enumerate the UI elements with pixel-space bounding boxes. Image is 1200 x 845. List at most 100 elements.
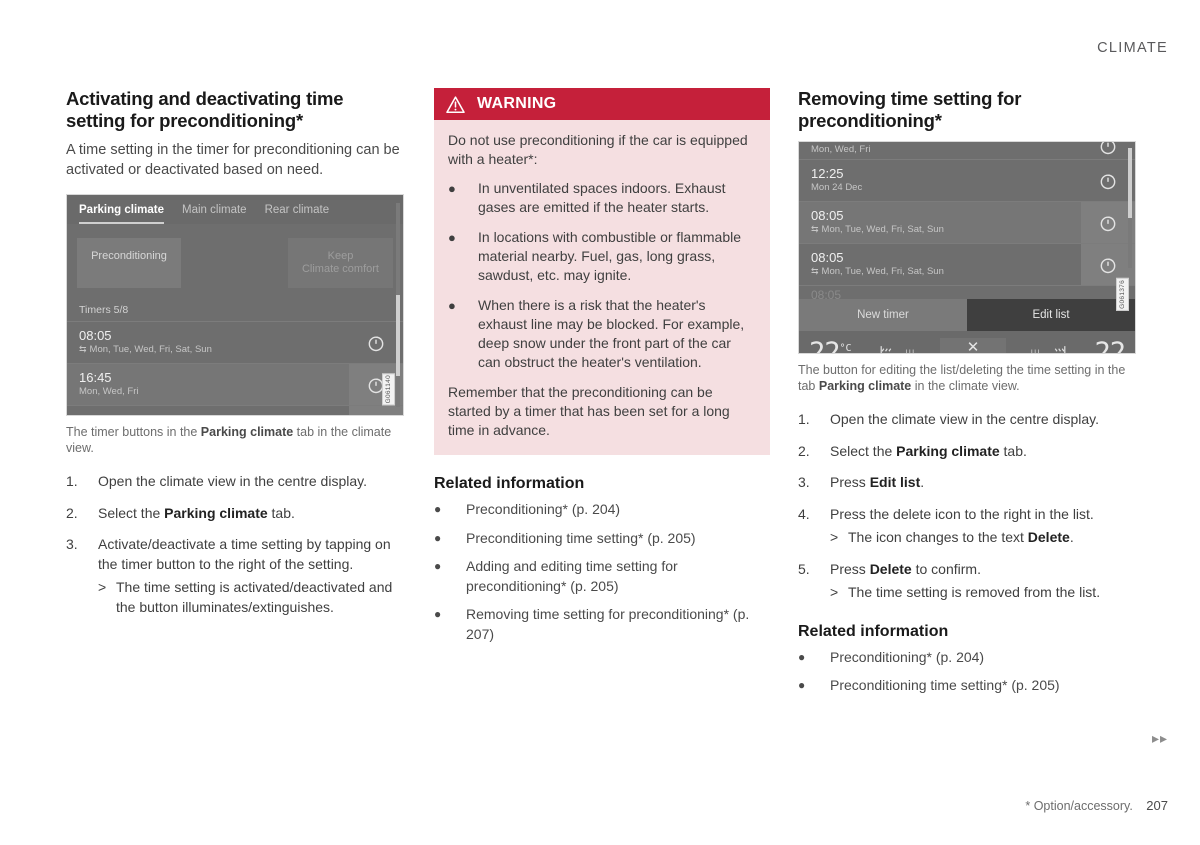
step-text: Open the climate view in the centre disp…: [830, 411, 1099, 427]
timer-row[interactable]: 12:25 Mon 24 Dec: [67, 405, 403, 415]
timer-days: Mon, Wed, Fri: [811, 144, 871, 155]
repeat-icon: ⇆: [811, 224, 819, 234]
timer-toggle-button[interactable]: [349, 406, 403, 415]
timer-row[interactable]: 12:25 Mon 24 Dec: [799, 159, 1135, 201]
middle-column: WARNING Do not use preconditioning if th…: [434, 88, 770, 653]
tab-main-climate[interactable]: Main climate: [182, 204, 247, 224]
related-link-item[interactable]: ● Preconditioning* (p. 204): [798, 648, 1138, 668]
driver-temperature[interactable]: 22°C: [809, 337, 852, 353]
step-number: 5.: [798, 560, 810, 577]
timer-info: 08:05 ⇆ Mon, Tue, Wed, Fri, Sat, Sun: [799, 244, 1081, 285]
timer-row[interactable]: 16:45 Mon, Wed, Fri: [67, 363, 403, 405]
timer-list-right: Mon, Wed, Fri 12:25 Mon 24 Dec 08:05 ⇆ M…: [799, 142, 1135, 299]
repeat-icon: ⇆: [811, 266, 819, 276]
left-steps-list: 1. Open the climate view in the centre d…: [66, 472, 406, 617]
page-header: CLIMATE: [0, 40, 1168, 56]
timer-info: Mon, Wed, Fri: [799, 142, 1081, 159]
timer-time: 08:05: [811, 250, 844, 265]
step-number: 2.: [66, 504, 78, 521]
left-image-caption: The timer buttons in the Parking climate…: [66, 425, 392, 455]
related-link-item[interactable]: ● Removing time setting for preconditioni…: [434, 605, 770, 644]
step-text: Open the climate view in the centre disp…: [98, 473, 367, 489]
edit-list-button[interactable]: Edit list: [967, 299, 1135, 331]
timer-delete-button[interactable]: [1081, 202, 1135, 243]
right-steps-list: 1. Open the climate view in the centre d…: [798, 410, 1138, 603]
passenger-temperature[interactable]: 22: [1094, 337, 1126, 353]
bullet-icon: ●: [434, 559, 442, 573]
screen-bottom-buttons: New timer Edit list: [799, 299, 1135, 331]
right-image-caption: The button for editing the list/deleting…: [798, 363, 1126, 393]
chapter-title: CLIMATE: [1097, 40, 1168, 56]
close-button[interactable]: ✕ Close: [940, 337, 1006, 354]
result-arrow: >: [830, 584, 839, 600]
bullet-icon: ●: [434, 530, 442, 545]
related-link-item[interactable]: ● Adding and editing time setting for pre…: [434, 557, 770, 596]
timer-time: 08:05: [811, 288, 842, 299]
step-text: Select the Parking climate tab.: [98, 504, 295, 521]
timer-row[interactable]: 08:05: [799, 285, 1135, 299]
footnote-option-accessory: * Option/accessory.: [1025, 799, 1133, 813]
step-item: 2. Select the Parking climate tab.: [66, 504, 406, 524]
warning-triangle-icon: [446, 95, 465, 113]
tab-parking-climate[interactable]: Parking climate: [79, 204, 165, 224]
step-text: Press the delete icon to the right in th…: [830, 505, 1138, 548]
preconditioning-button[interactable]: Preconditioning: [77, 238, 181, 288]
step-number: 1.: [798, 411, 810, 427]
timer-row[interactable]: 08:05 ⇆ Mon, Tue, Wed, Fri, Sat, Sun: [799, 201, 1135, 243]
left-seat-heater-control[interactable]: |||: [876, 343, 916, 354]
screen-scrollbar[interactable]: [1128, 148, 1132, 268]
left-column: Activating and deactivating time setting…: [66, 88, 406, 629]
timer-delete-button[interactable]: [1081, 160, 1135, 201]
screen-scrollbar[interactable]: [396, 203, 400, 407]
left-section-heading: Activating and deactivating time setting…: [66, 88, 344, 131]
related-link-item[interactable]: ● Preconditioning time setting* (p. 205): [434, 529, 770, 549]
related-link-item[interactable]: ● Preconditioning* (p. 204): [434, 500, 770, 520]
warning-bullet: ● In locations with combustible or flamma…: [448, 229, 742, 283]
warning-header: WARNING: [434, 88, 770, 120]
timer-toggle-button[interactable]: [349, 322, 403, 363]
step-item: 4. Press the delete icon to the right in…: [798, 505, 1138, 548]
seat-level-bars: |||: [905, 347, 916, 354]
bullet-icon: ●: [448, 298, 456, 313]
warning-bullet: ● In unventilated spaces indoors. Exhaust…: [448, 180, 726, 215]
timer-row[interactable]: 08:05 ⇆ Mon, Tue, Wed, Fri, Sat, Sun: [67, 321, 403, 363]
climate-screen-left: Parking climate Main climate Rear climat…: [66, 194, 404, 416]
timer-list-left: 08:05 ⇆ Mon, Tue, Wed, Fri, Sat, Sun 16:4…: [67, 321, 403, 415]
timer-info: 12:25 Mon 24 Dec: [799, 160, 1081, 201]
content-columns: Activating and deactivating time setting…: [66, 88, 1140, 705]
result-arrow: >: [830, 529, 839, 545]
timer-time: 12:25: [79, 412, 337, 415]
timer-delete-button[interactable]: [1081, 142, 1135, 159]
timer-time: 08:05: [811, 208, 844, 223]
related-link-item[interactable]: ● Preconditioning time setting* (p. 205): [798, 676, 1138, 696]
timer-time: 12:25: [811, 166, 844, 181]
timer-days: Mon 24 Dec: [811, 182, 863, 193]
bullet-icon: ●: [798, 649, 806, 664]
timer-info: 12:25 Mon 24 Dec: [67, 406, 349, 415]
warning-body: Do not use preconditioning if the car is…: [434, 120, 770, 455]
timer-time: 08:05: [79, 328, 112, 343]
timer-row[interactable]: 08:05 ⇆ Mon, Tue, Wed, Fri, Sat, Sun: [799, 243, 1135, 285]
timer-days: Mon, Wed, Fri: [79, 386, 139, 397]
climate-tabs: Parking climate Main climate Rear climat…: [67, 195, 403, 224]
warning-intro: Do not use preconditioning if the car is…: [448, 132, 748, 167]
image-watermark: G061376: [1116, 278, 1129, 311]
middle-related-title: Related information: [434, 475, 585, 492]
next-page-arrows[interactable]: ▸▸: [1152, 730, 1168, 747]
close-icon: ✕: [966, 338, 980, 354]
tab-rear-climate[interactable]: Rear climate: [265, 204, 330, 224]
step-text: Select the Parking climate tab.: [830, 442, 1027, 459]
seat-heater-icon: [880, 345, 893, 353]
quick-button-row: Preconditioning Keep Climate comfort: [67, 224, 403, 298]
keep-climate-comfort-button[interactable]: Keep Climate comfort: [287, 238, 393, 288]
climate-bottom-bar: 22°C ||| ✕ Close |||: [799, 331, 1135, 354]
timer-days: ⇆ Mon, Tue, Wed, Fri, Sat, Sun: [811, 266, 944, 277]
new-timer-button[interactable]: New timer: [799, 299, 967, 331]
step-item: 3. Activate/deactivate a time setting by…: [66, 535, 406, 617]
timers-count-label: Timers 5/8: [67, 298, 403, 321]
page-footer: * Option/accessory. 207: [1025, 798, 1168, 813]
bullet-icon: ●: [434, 502, 442, 516]
warning-title: WARNING: [477, 95, 557, 112]
right-seat-heater-control[interactable]: |||: [1031, 343, 1070, 353]
timer-row[interactable]: Mon, Wed, Fri: [799, 142, 1135, 159]
